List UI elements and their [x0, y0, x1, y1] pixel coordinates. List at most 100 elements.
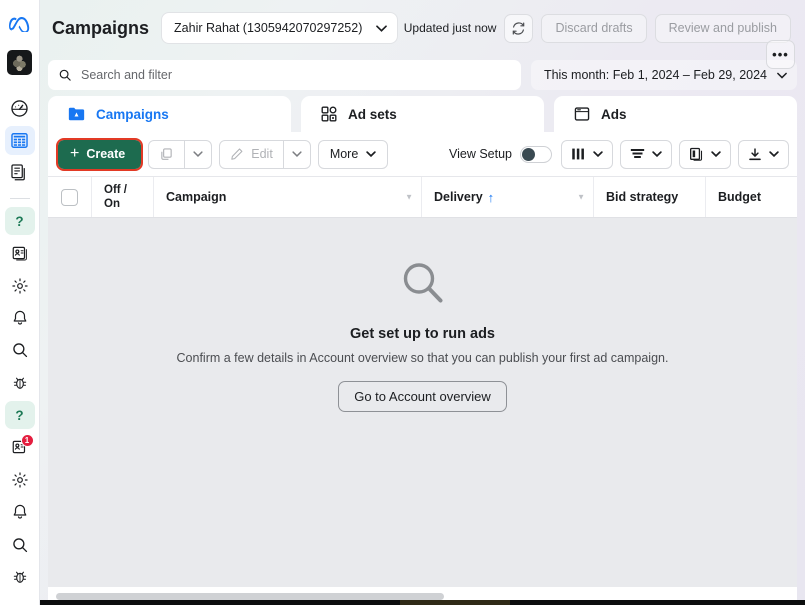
sidebar-divider — [10, 198, 30, 199]
date-range-label: This month: Feb 1, 2024 – Feb 29, 2024 — [544, 68, 767, 82]
column-delivery[interactable]: Delivery ↑ ▼ — [422, 177, 594, 217]
table-toolbar: + Create — [48, 132, 797, 176]
ad-sets-grid-icon — [321, 106, 337, 122]
horizontal-scrollbar-thumb[interactable] — [56, 593, 444, 600]
discard-drafts-button[interactable]: Discard drafts — [541, 14, 646, 43]
tab-ad-sets-label: Ad sets — [348, 107, 397, 122]
empty-state: Get set up to run ads Confirm a few deta… — [48, 218, 797, 587]
column-off-on: Off / On — [92, 177, 154, 217]
meta-logo-icon[interactable] — [5, 10, 35, 38]
avatar — [7, 50, 32, 75]
chevron-down-icon — [193, 151, 203, 157]
duplicate-dropdown[interactable] — [184, 141, 211, 168]
search-input[interactable] — [81, 68, 511, 82]
create-button[interactable]: + Create — [58, 140, 141, 169]
chevron-down-icon — [711, 151, 721, 157]
sidebar-item-bug[interactable] — [5, 563, 35, 591]
main-area: Campaigns Zahir Rahat (1305942070297252)… — [40, 0, 805, 605]
chevron-down-icon — [777, 72, 787, 79]
view-setup-label: View Setup — [449, 147, 512, 161]
overflow-menu-button[interactable]: ••• — [766, 40, 795, 69]
sidebar-item-billing[interactable]: 1 — [5, 433, 35, 461]
edit-split-button: Edit — [219, 140, 311, 169]
toolbar-right: View Setup — [449, 140, 789, 169]
svg-text:?: ? — [15, 214, 23, 229]
column-off-on-line1: Off / — [104, 183, 127, 197]
view-setup-toggle-wrap: View Setup — [449, 146, 552, 163]
tab-ads[interactable]: Ads — [554, 96, 797, 132]
svg-text:?: ? — [15, 408, 23, 423]
page-header: Campaigns Zahir Rahat (1305942070297252)… — [40, 0, 805, 56]
sidebar-item-help[interactable]: ? — [5, 207, 35, 235]
account-selector-value: Zahir Rahat (1305942070297252) — [174, 21, 362, 35]
refresh-button[interactable] — [504, 14, 533, 43]
chevron-down-icon — [366, 151, 376, 157]
header-actions: Updated just now Discard drafts Review a… — [404, 14, 793, 43]
search-icon — [58, 68, 72, 82]
reports-button[interactable] — [679, 140, 731, 169]
search-filter-row: This month: Feb 1, 2024 – Feb 29, 2024 — [40, 56, 805, 94]
columns-icon — [571, 147, 586, 161]
updated-status: Updated just now — [404, 21, 497, 35]
more-button-label: More — [330, 147, 358, 161]
duplicate-button[interactable] — [149, 141, 184, 168]
sidebar-item-library[interactable] — [5, 159, 35, 187]
left-sidebar: ? — [0, 0, 40, 605]
empty-state-title: Get set up to run ads — [350, 326, 495, 342]
edit-button-label: Edit — [251, 147, 273, 161]
horizontal-scrollbar-track[interactable] — [56, 593, 789, 600]
sidebar-item-bug[interactable] — [5, 369, 35, 397]
search-and-filter-box[interactable] — [48, 60, 521, 90]
chevron-down-icon — [593, 151, 603, 157]
chevron-down-icon — [769, 151, 779, 157]
go-to-account-overview-button[interactable]: Go to Account overview — [338, 381, 507, 412]
export-button[interactable] — [738, 140, 789, 169]
duplicate-icon — [159, 147, 174, 162]
level-tabs: Campaigns Ad sets — [40, 94, 805, 132]
review-and-publish-button[interactable]: Review and publish — [655, 14, 791, 43]
tab-ad-sets[interactable]: Ad sets — [301, 96, 544, 132]
sidebar-item-dashboard[interactable] — [5, 94, 35, 122]
tab-campaigns[interactable]: Campaigns — [48, 96, 291, 132]
view-setup-toggle[interactable] — [520, 146, 552, 163]
ads-window-icon — [574, 106, 590, 122]
edit-dropdown[interactable] — [283, 141, 310, 168]
chevron-down-icon — [652, 151, 662, 157]
chevron-down-icon — [292, 151, 302, 157]
account-selector[interactable]: Zahir Rahat (1305942070297252) — [161, 12, 398, 44]
chevron-down-icon[interactable]: ▼ — [405, 193, 413, 202]
sidebar-item-notifications[interactable] — [5, 498, 35, 526]
sidebar-item-settings[interactable] — [5, 466, 35, 494]
column-campaign[interactable]: Campaign ▼ — [154, 177, 422, 217]
columns-button[interactable] — [561, 140, 613, 169]
breakdown-button[interactable] — [620, 140, 672, 169]
date-range-selector[interactable]: This month: Feb 1, 2024 – Feb 29, 2024 — [531, 60, 797, 90]
table-header-row: Off / On Campaign ▼ Delivery ↑ ▼ Bid str… — [48, 176, 797, 218]
ads-manager-app: ? — [0, 0, 805, 605]
sidebar-item-search[interactable] — [5, 530, 35, 558]
column-bid-strategy[interactable]: Bid strategy — [594, 177, 706, 217]
download-icon — [748, 147, 762, 162]
tab-campaigns-label: Campaigns — [96, 107, 169, 122]
chevron-down-icon[interactable]: ▼ — [577, 193, 585, 202]
sidebar-item-settings[interactable] — [5, 272, 35, 300]
select-all-checkbox[interactable] — [61, 189, 78, 206]
sidebar-item-billing[interactable] — [5, 239, 35, 267]
column-campaign-label: Campaign — [166, 190, 226, 204]
sidebar-item-search[interactable] — [5, 336, 35, 364]
pencil-icon — [230, 147, 244, 161]
campaigns-folder-icon — [68, 106, 85, 122]
sidebar-item-notifications[interactable] — [5, 304, 35, 332]
plus-icon: + — [70, 145, 79, 163]
create-button-label: Create — [86, 147, 125, 161]
more-button[interactable]: More — [318, 140, 388, 169]
edit-button[interactable]: Edit — [220, 141, 283, 168]
refresh-icon — [511, 21, 526, 36]
campaigns-panel: + Create — [48, 132, 797, 605]
column-budget[interactable]: Budget — [706, 177, 797, 217]
sidebar-item-campaigns[interactable] — [5, 126, 35, 154]
sidebar-item-help[interactable]: ? — [5, 401, 35, 429]
select-all-checkbox-cell[interactable] — [48, 177, 92, 217]
magnifier-icon — [395, 256, 451, 312]
account-avatar[interactable] — [5, 48, 35, 76]
